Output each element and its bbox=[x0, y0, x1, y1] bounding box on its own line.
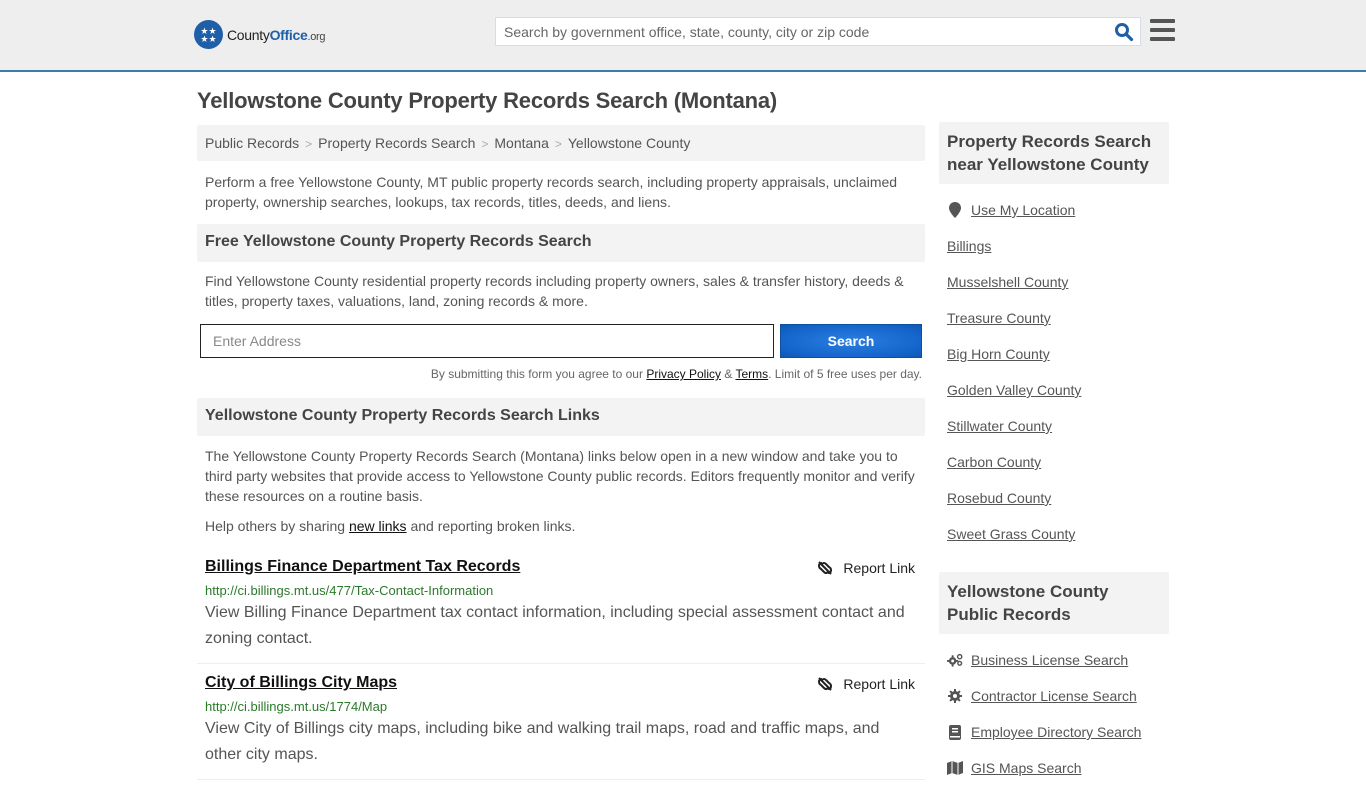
location-pin-icon bbox=[947, 202, 963, 218]
nearby-item: Carbon County bbox=[947, 444, 1161, 480]
breadcrumb-property-records-search[interactable]: Property Records Search bbox=[318, 135, 475, 151]
nearby-heading: Property Records Search near Yellowstone… bbox=[939, 122, 1169, 184]
report-link-button[interactable]: Report Link bbox=[817, 560, 915, 576]
main-content: Yellowstone County Property Records Sear… bbox=[197, 80, 925, 780]
public-record-link-gis-maps[interactable]: GIS Maps Search bbox=[971, 760, 1082, 776]
address-search-button[interactable]: Search bbox=[780, 324, 922, 358]
public-record-link-employee-directory[interactable]: Employee Directory Search bbox=[971, 724, 1141, 740]
book-icon bbox=[947, 724, 963, 740]
nearby-item: Treasure County bbox=[947, 300, 1161, 336]
nearby-link-musselshell[interactable]: Musselshell County bbox=[947, 274, 1068, 290]
address-search-form: Search bbox=[200, 324, 922, 358]
form-disclaimer: By submitting this form you agree to our… bbox=[197, 367, 925, 381]
nearby-link-billings[interactable]: Billings bbox=[947, 238, 991, 254]
free-search-heading: Free Yellowstone County Property Records… bbox=[197, 224, 925, 262]
nearby-link-treasure[interactable]: Treasure County bbox=[947, 310, 1051, 326]
nearby-item: Billings bbox=[947, 228, 1161, 264]
public-record-item: GIS Maps Search bbox=[947, 750, 1161, 786]
help-prefix: Help others by sharing bbox=[205, 518, 349, 534]
breadcrumb-yellowstone-county[interactable]: Yellowstone County bbox=[568, 135, 690, 151]
report-link-label: Report Link bbox=[843, 560, 915, 576]
resource-link-description: View Billing Finance Department tax cont… bbox=[205, 604, 905, 647]
site-logo[interactable]: ★★ ★★ CountyOffice.org bbox=[194, 20, 326, 49]
public-records-list: Business License Search Contractor Licen… bbox=[939, 642, 1169, 786]
resource-link-description: View City of Billings city maps, includi… bbox=[205, 720, 880, 763]
nearby-link-sweet-grass[interactable]: Sweet Grass County bbox=[947, 526, 1075, 542]
privacy-policy-link[interactable]: Privacy Policy bbox=[646, 367, 721, 381]
nearby-link-stillwater[interactable]: Stillwater County bbox=[947, 418, 1052, 434]
resource-link-item: Billings Finance Department Tax Records … bbox=[197, 548, 925, 664]
site-header: ★★ ★★ CountyOffice.org bbox=[0, 0, 1366, 72]
report-link-label: Report Link bbox=[843, 676, 915, 692]
resource-link-title[interactable]: City of Billings City Maps bbox=[205, 674, 397, 691]
breadcrumb: Public Records > Property Records Search > M… bbox=[197, 125, 925, 161]
site-search bbox=[495, 17, 1141, 46]
use-my-location-link[interactable]: Use My Location bbox=[971, 202, 1075, 218]
breadcrumb-separator: > bbox=[554, 137, 562, 151]
public-record-item: Contractor License Search bbox=[947, 678, 1161, 714]
use-my-location-item: Use My Location bbox=[947, 192, 1161, 228]
sidebar: Property Records Search near Yellowstone… bbox=[939, 122, 1169, 786]
page-title: Yellowstone County Property Records Sear… bbox=[197, 88, 778, 113]
hamburger-menu-icon[interactable] bbox=[1150, 19, 1175, 41]
nearby-link-carbon[interactable]: Carbon County bbox=[947, 454, 1041, 470]
links-section-heading: Yellowstone County Property Records Sear… bbox=[197, 398, 925, 436]
resource-link-title[interactable]: Billings Finance Department Tax Records bbox=[205, 558, 520, 575]
nearby-link-rosebud[interactable]: Rosebud County bbox=[947, 490, 1051, 506]
breadcrumb-public-records[interactable]: Public Records bbox=[205, 135, 299, 151]
help-sharing-text: Help others by sharing new links and rep… bbox=[197, 516, 925, 536]
nearby-item: Sweet Grass County bbox=[947, 516, 1161, 552]
gear-icon bbox=[947, 689, 963, 703]
nearby-item: Rosebud County bbox=[947, 480, 1161, 516]
map-icon bbox=[947, 761, 963, 775]
terms-link[interactable]: Terms bbox=[735, 367, 768, 381]
gears-icon bbox=[947, 653, 963, 667]
public-record-link-contractor-license[interactable]: Contractor License Search bbox=[971, 688, 1137, 704]
public-record-item: Business License Search bbox=[947, 642, 1161, 678]
breadcrumb-montana[interactable]: Montana bbox=[494, 135, 548, 151]
eagle-logo-icon: ★★ ★★ bbox=[194, 20, 223, 49]
logo-text: CountyOffice.org bbox=[227, 26, 326, 43]
address-input[interactable] bbox=[200, 324, 774, 358]
links-section-description: The Yellowstone County Property Records … bbox=[205, 448, 915, 504]
nearby-link-big-horn[interactable]: Big Horn County bbox=[947, 346, 1050, 362]
site-search-input[interactable] bbox=[496, 18, 1106, 45]
public-records-heading: Yellowstone County Public Records bbox=[939, 572, 1169, 634]
public-record-item: Employee Directory Search bbox=[947, 714, 1161, 750]
broken-link-icon bbox=[818, 561, 833, 575]
search-icon[interactable] bbox=[1114, 22, 1134, 42]
new-links-link[interactable]: new links bbox=[349, 518, 407, 534]
disclaimer-text: By submitting this form you agree to our bbox=[430, 367, 647, 381]
resource-links-list: Billings Finance Department Tax Records … bbox=[197, 548, 925, 780]
resource-link-url: http://ci.billings.mt.us/1774/Map bbox=[205, 699, 388, 714]
disclaimer-limit-text: . Limit of 5 free uses per day. bbox=[768, 367, 922, 381]
nearby-link-golden-valley[interactable]: Golden Valley County bbox=[947, 382, 1081, 398]
resource-link-url: http://ci.billings.mt.us/477/Tax-Contact… bbox=[205, 583, 494, 598]
nearby-item: Musselshell County bbox=[947, 264, 1161, 300]
nearby-item: Golden Valley County bbox=[947, 372, 1161, 408]
breadcrumb-separator: > bbox=[305, 137, 313, 151]
free-search-description: Find Yellowstone County residential prop… bbox=[205, 273, 904, 309]
help-suffix: and reporting broken links. bbox=[406, 518, 576, 534]
broken-link-icon bbox=[818, 677, 833, 691]
page-intro: Perform a free Yellowstone County, MT pu… bbox=[205, 174, 898, 210]
public-record-link-business-license[interactable]: Business License Search bbox=[971, 652, 1128, 668]
nearby-item: Big Horn County bbox=[947, 336, 1161, 372]
nearby-item: Stillwater County bbox=[947, 408, 1161, 444]
resource-link-item: City of Billings City Maps Report Link h… bbox=[197, 664, 925, 780]
nearby-list: Use My Location Billings Musselshell Cou… bbox=[939, 192, 1169, 552]
disclaimer-amp: & bbox=[721, 367, 736, 381]
report-link-button[interactable]: Report Link bbox=[817, 676, 915, 692]
breadcrumb-separator: > bbox=[481, 137, 489, 151]
